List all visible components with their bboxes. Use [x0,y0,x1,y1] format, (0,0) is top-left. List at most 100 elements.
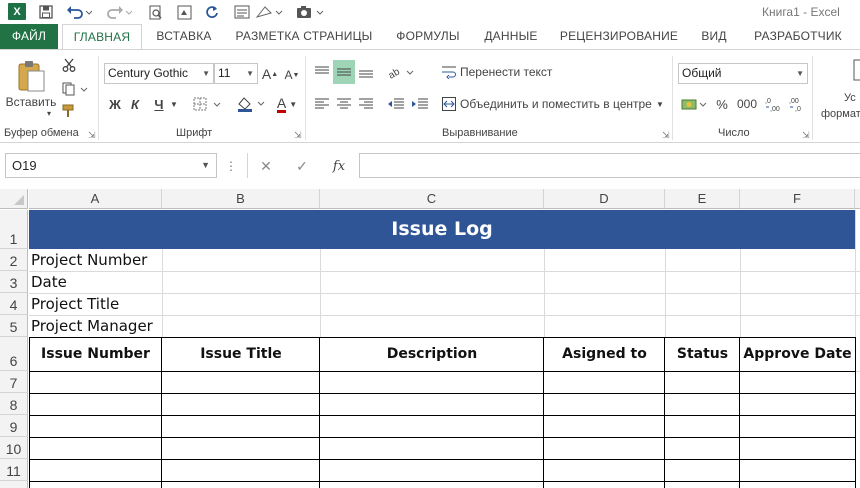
paste-dropdown-icon[interactable]: ▾ [44,108,54,118]
project-number-label[interactable]: Project Number [31,251,147,269]
form-icon[interactable] [232,3,252,21]
gridline [29,271,860,272]
borders-icon[interactable] [190,94,226,114]
shapes-icon[interactable] [254,3,284,21]
merge-center-button[interactable]: Объединить и поместить в центре [460,94,660,114]
fill-color-icon[interactable] [234,94,270,114]
tab-page-layout[interactable]: РАЗМЕТКА СТРАНИЦЫ [226,24,382,49]
conditional-format-label-2[interactable]: формат [821,106,860,122]
header-issue-number[interactable]: Issue Number [29,346,162,362]
merge-dropdown-icon[interactable]: ▼ [655,96,665,112]
tab-review[interactable]: РЕЦЕНЗИРОВАНИЕ [556,24,682,49]
italic-button[interactable]: К [126,94,144,114]
format-painter-icon[interactable] [60,102,78,120]
row-header-5[interactable]: 5 [0,315,28,337]
header-description[interactable]: Description [320,346,544,362]
camera-icon[interactable] [295,3,325,21]
file-open-icon[interactable] [174,3,194,21]
percent-button[interactable]: % [714,94,730,114]
tab-formulas[interactable]: ФОРМУЛЫ [390,24,466,49]
row-header-10[interactable]: 10 [0,437,28,459]
cancel-icon[interactable]: ✕ [256,155,276,177]
row-header-4[interactable]: 4 [0,293,28,315]
copy-icon[interactable] [60,80,92,98]
row-header-8[interactable]: 8 [0,393,28,415]
worksheet-grid[interactable]: A B C D E F 1 2 3 4 5 6 7 8 9 10 11 Issu… [0,189,860,488]
tab-file[interactable]: ФАЙЛ [0,24,58,49]
row-header-12[interactable] [0,481,28,488]
row-header-1[interactable]: 1 [0,210,28,249]
clipboard-launcher-icon[interactable]: ⇲ [88,130,96,141]
tab-view[interactable]: ВИД [690,24,738,49]
row-header-3[interactable]: 3 [0,271,28,293]
bold-button[interactable]: Ж [106,94,124,114]
row-header-2[interactable]: 2 [0,249,28,271]
print-preview-icon[interactable] [146,3,166,21]
column-header-d[interactable]: D [544,189,665,209]
number-format-select[interactable]: Общий ▼ [678,63,808,84]
currency-icon[interactable] [680,94,710,114]
increase-indent-icon[interactable] [410,94,430,114]
number-launcher-icon[interactable]: ⇲ [802,130,810,141]
wrap-text-button[interactable]: Перенести текст [460,62,556,82]
enter-icon[interactable]: ✓ [292,155,312,177]
column-header-g[interactable] [855,189,860,209]
increase-decimal-icon[interactable]: ,0,00 [764,94,784,114]
font-name-select[interactable]: Century Gothic ▼ [104,63,214,84]
font-launcher-icon[interactable]: ⇲ [294,130,302,141]
decrease-indent-icon[interactable] [386,94,406,114]
conditional-format-icon[interactable] [852,58,860,82]
header-issue-title[interactable]: Issue Title [162,346,320,362]
shrink-font-button[interactable]: A ▼ [284,66,300,84]
underline-button[interactable]: Ч [150,94,168,114]
orientation-icon[interactable]: ab [386,62,416,82]
font-size-select[interactable]: 11 ▼ [214,63,258,84]
more-options-icon[interactable]: ⋮ [225,157,237,175]
cut-icon[interactable] [60,56,78,74]
date-label[interactable]: Date [31,273,67,291]
row-header-11[interactable]: 11 [0,459,28,481]
paste-icon[interactable] [14,58,48,94]
tab-data[interactable]: ДАННЫЕ [474,24,548,49]
align-right-icon[interactable] [356,94,376,114]
tab-home[interactable]: ГЛАВНАЯ [62,24,142,50]
align-bottom-icon[interactable] [356,62,376,82]
column-header-f[interactable]: F [740,189,855,209]
align-middle-icon[interactable] [333,60,355,84]
row-header-6[interactable]: 6 [0,337,28,371]
alignment-launcher-icon[interactable]: ⇲ [662,130,670,141]
align-left-icon[interactable] [312,94,332,114]
column-header-a[interactable]: A [29,189,162,209]
name-box[interactable]: O19 ▼ [5,153,217,178]
thousands-button[interactable]: 000 [734,94,760,114]
header-status[interactable]: Status [665,346,740,362]
row-header-7[interactable]: 7 [0,371,28,393]
insert-function-icon[interactable]: fx [328,155,350,177]
decrease-decimal-icon[interactable]: ,00,0 [788,94,808,114]
refresh-icon[interactable] [202,3,222,21]
save-icon[interactable] [36,3,56,21]
grow-font-button[interactable]: A ▲ [262,64,278,84]
issue-log-banner[interactable]: Issue Log [29,210,855,249]
column-header-e[interactable]: E [665,189,740,209]
font-color-button[interactable]: A ▼ [274,94,300,114]
font-group-label: Шрифт [176,127,213,139]
redo-icon[interactable] [104,3,134,21]
formula-input[interactable] [359,153,860,178]
align-center-icon[interactable] [334,94,354,114]
header-assigned-to[interactable]: Asigned to [544,346,665,362]
tab-developer[interactable]: РАЗРАБОТЧИК [746,24,850,49]
conditional-format-label-1[interactable]: Ус [844,90,860,106]
name-box-value: O19 [12,158,37,173]
align-top-icon[interactable] [312,62,332,82]
row-header-9[interactable]: 9 [0,415,28,437]
column-header-b[interactable]: B [162,189,320,209]
header-approve-date[interactable]: Approve Date [740,346,855,362]
tab-insert[interactable]: ВСТАВКА [150,24,218,49]
project-manager-label[interactable]: Project Manager [31,317,153,335]
undo-icon[interactable] [64,3,94,21]
column-header-c[interactable]: C [320,189,544,209]
underline-dropdown-icon[interactable]: ▼ [168,96,180,112]
project-title-label[interactable]: Project Title [31,295,119,313]
select-all-corner[interactable] [0,189,28,209]
